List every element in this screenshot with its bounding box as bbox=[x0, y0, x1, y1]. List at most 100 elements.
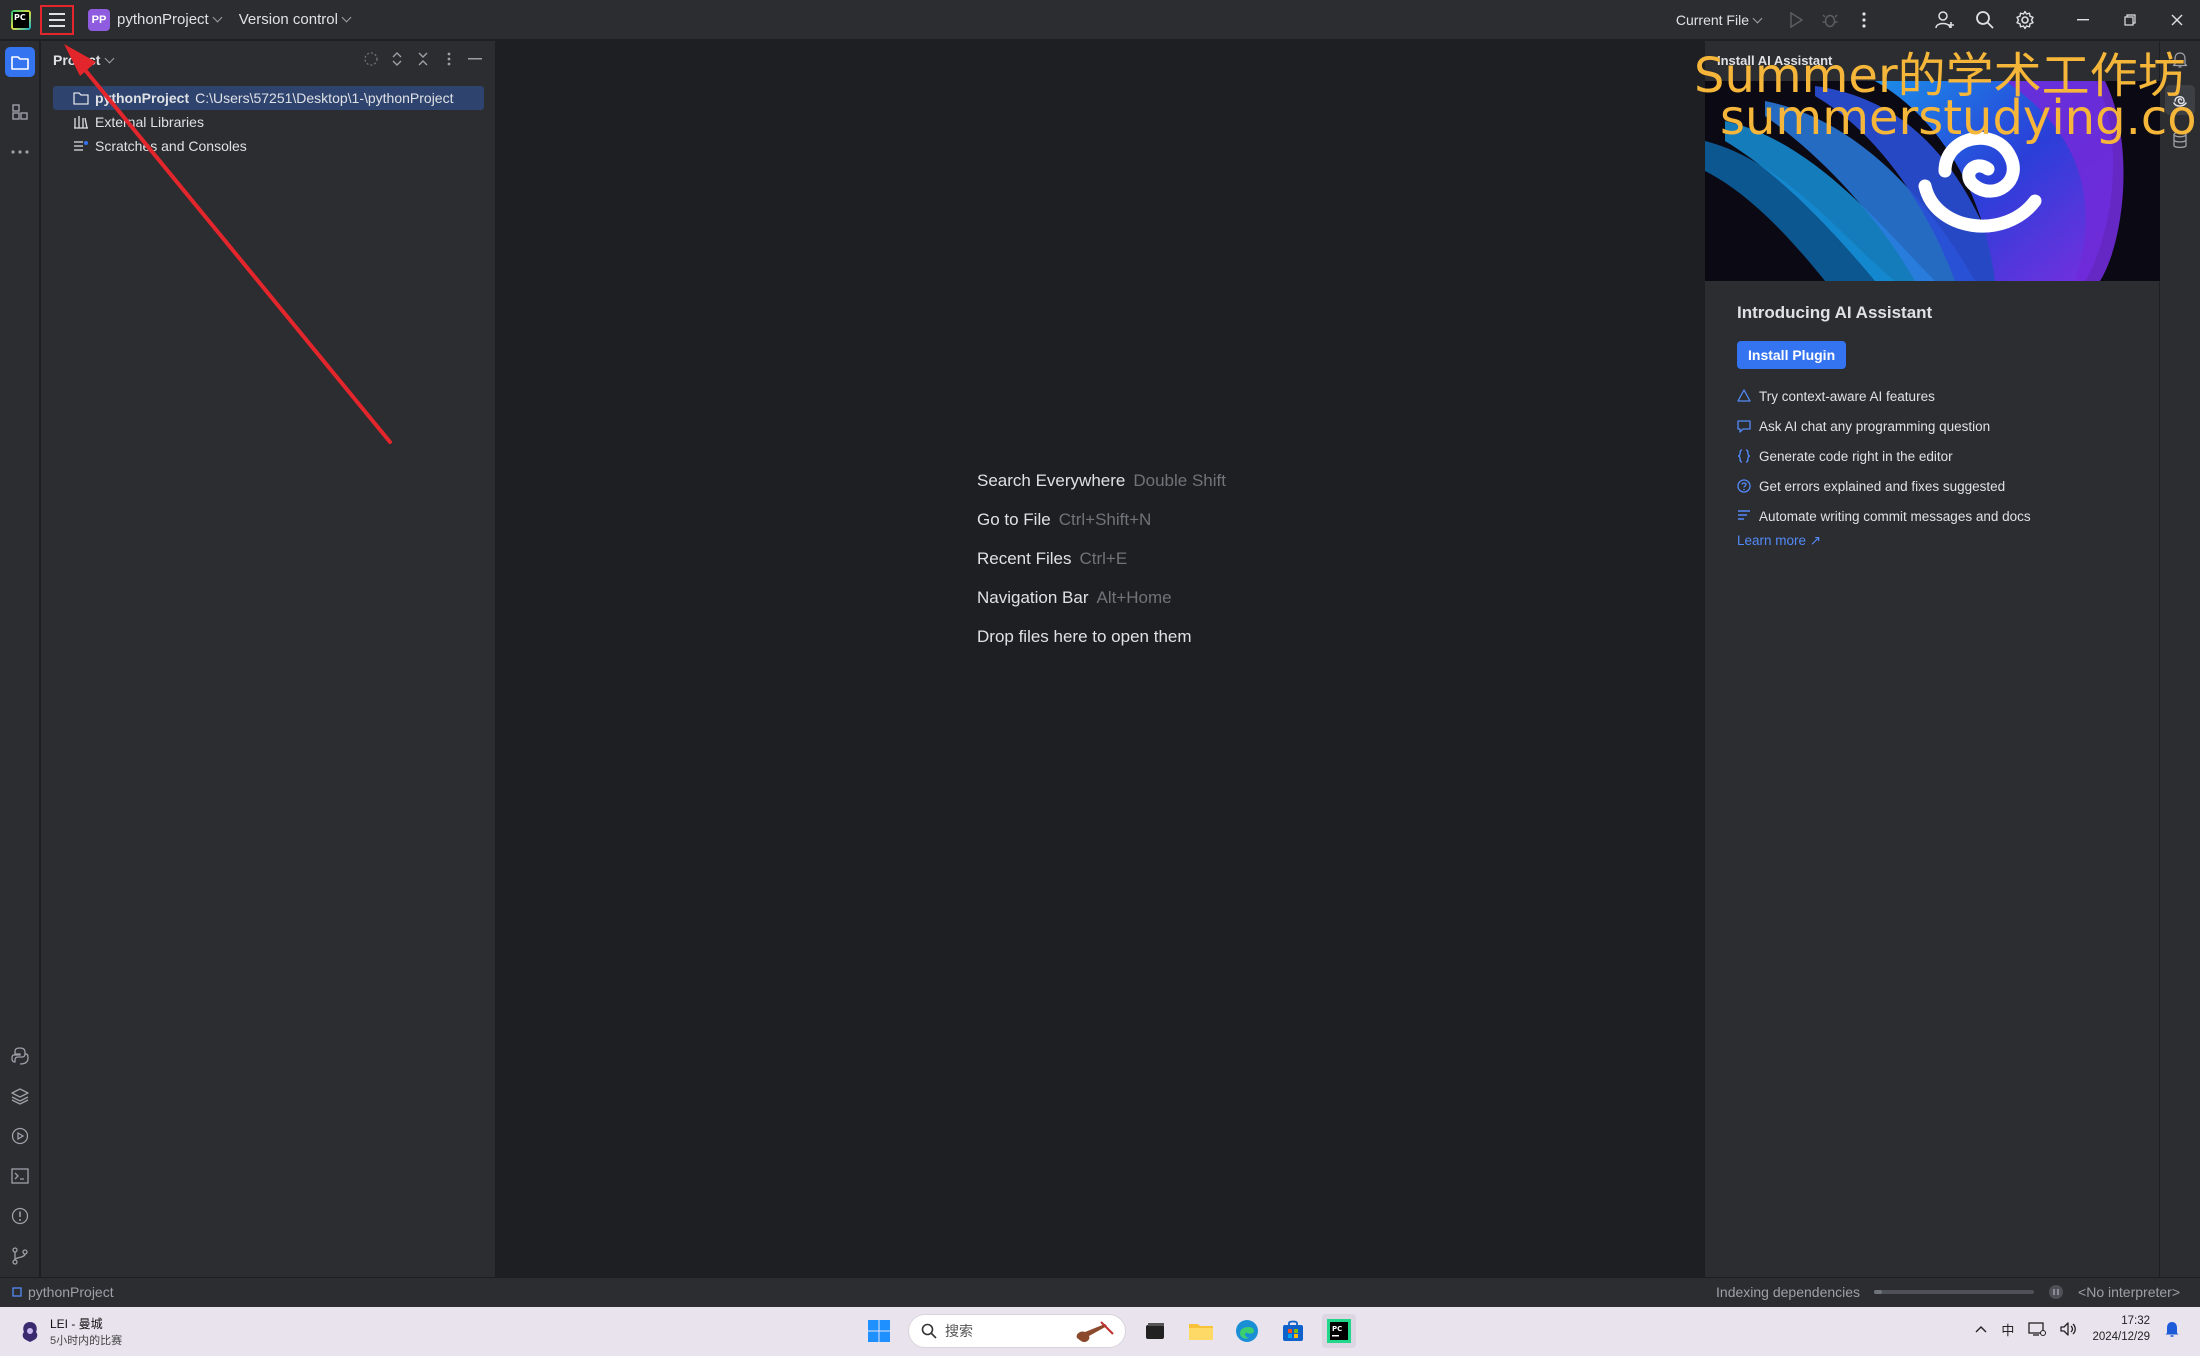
services-icon bbox=[11, 1127, 29, 1145]
git-tool-button[interactable] bbox=[5, 1241, 35, 1271]
layers-tool-button[interactable] bbox=[5, 1081, 35, 1111]
learn-more-link[interactable]: Learn more ↗ bbox=[1737, 533, 2137, 549]
settings-button[interactable] bbox=[2005, 0, 2045, 40]
chevron-down-icon bbox=[341, 12, 352, 23]
start-button[interactable] bbox=[862, 1314, 896, 1348]
braces-icon bbox=[1737, 449, 1751, 463]
hint-navigation-bar: Navigation Bar Alt+Home bbox=[977, 588, 1172, 607]
more-tool-windows-button[interactable] bbox=[5, 137, 35, 167]
microsoft-store-button[interactable] bbox=[1276, 1314, 1310, 1348]
minimize-icon bbox=[468, 58, 482, 60]
left-tool-strip bbox=[0, 41, 40, 1277]
folder-icon bbox=[73, 90, 89, 106]
tree-item-label: Scratches and Consoles bbox=[95, 138, 247, 154]
project-selector[interactable]: pythonProject bbox=[117, 11, 223, 28]
search-everywhere-button[interactable] bbox=[1965, 0, 2005, 40]
system-clock[interactable]: 17:32 2024/12/29 bbox=[2092, 1313, 2150, 1345]
ime-indicator[interactable]: 中 bbox=[2001, 1320, 2014, 1339]
edge-icon bbox=[1236, 1320, 1258, 1342]
pycharm-icon: PC bbox=[1327, 1319, 1351, 1343]
tree-item-scratches[interactable]: Scratches and Consoles bbox=[53, 134, 247, 158]
clock-time: 17:32 bbox=[2121, 1315, 2150, 1327]
hint-drop-files: Drop files here to open them bbox=[977, 627, 1192, 646]
close-window-button[interactable] bbox=[2153, 0, 2200, 40]
expand-all-button[interactable] bbox=[387, 49, 407, 69]
layers-icon bbox=[11, 1088, 29, 1105]
tree-item-external-libraries[interactable]: External Libraries bbox=[53, 110, 204, 134]
debug-button[interactable] bbox=[1813, 0, 1847, 40]
terminal-tool-button[interactable] bbox=[5, 1161, 35, 1191]
folder-icon bbox=[11, 56, 29, 70]
tree-item-label: pythonProject bbox=[95, 90, 190, 106]
pycharm-taskbar-button[interactable]: PC bbox=[1322, 1314, 1356, 1348]
project-options-button[interactable] bbox=[439, 49, 459, 69]
triangle-icon bbox=[1737, 389, 1751, 403]
file-explorer-icon bbox=[1189, 1324, 1213, 1340]
task-view-button[interactable] bbox=[1138, 1314, 1172, 1348]
main-menu-button[interactable] bbox=[40, 4, 74, 35]
network-icon[interactable] bbox=[2028, 1321, 2047, 1337]
hide-panel-button[interactable] bbox=[465, 49, 485, 69]
python-packages-tool-button[interactable] bbox=[5, 1041, 35, 1071]
hamburger-icon bbox=[49, 12, 65, 15]
project-badge[interactable]: PP bbox=[88, 8, 110, 31]
run-config-selector[interactable]: Current File bbox=[1676, 12, 1763, 28]
select-opened-file-button[interactable] bbox=[361, 49, 381, 69]
task-view-icon bbox=[1146, 1323, 1164, 1339]
project-name: pythonProject bbox=[117, 11, 209, 28]
version-control-label: Version control bbox=[238, 11, 338, 28]
status-project-breadcrumb[interactable]: pythonProject bbox=[12, 1284, 114, 1300]
install-plugin-button[interactable]: Install Plugin bbox=[1737, 341, 1847, 369]
indexing-status[interactable]: Indexing dependencies bbox=[1716, 1284, 1860, 1300]
chevron-down-icon bbox=[1752, 13, 1763, 23]
restore-button[interactable] bbox=[2106, 0, 2153, 40]
feature-item: Ask AI chat any programming question bbox=[1737, 411, 2137, 441]
more-vertical-icon bbox=[1862, 12, 1866, 28]
question-icon bbox=[1737, 479, 1751, 493]
news-subtitle: 5小时内的比赛 bbox=[50, 1335, 123, 1347]
tree-item-label: External Libraries bbox=[95, 114, 204, 130]
chevron-down-icon bbox=[212, 12, 223, 23]
run-button[interactable] bbox=[1779, 0, 1813, 40]
more-actions-button[interactable] bbox=[1847, 0, 1881, 40]
feature-item: Generate code right in the editor bbox=[1737, 441, 2137, 471]
file-explorer-button[interactable] bbox=[1184, 1314, 1218, 1348]
hint-go-to-file: Go to File Ctrl+Shift+N bbox=[977, 510, 1152, 529]
ai-panel-title: Introducing AI Assistant bbox=[1737, 303, 1933, 322]
code-with-me-button[interactable] bbox=[1925, 0, 1965, 40]
expand-icon bbox=[392, 52, 402, 66]
chevron-down-icon bbox=[105, 53, 115, 63]
pycharm-logo-icon: PC bbox=[11, 9, 31, 30]
volume-icon[interactable] bbox=[2060, 1321, 2078, 1337]
pause-icon[interactable] bbox=[2048, 1284, 2064, 1300]
project-tool-button[interactable] bbox=[5, 47, 35, 77]
restore-icon bbox=[2123, 14, 2136, 26]
problems-tool-button[interactable] bbox=[5, 1201, 35, 1231]
structure-icon bbox=[12, 104, 28, 120]
close-icon bbox=[2171, 14, 2182, 26]
gear-icon bbox=[2016, 10, 2034, 30]
news-title: LEI - 曼城 bbox=[50, 1317, 103, 1331]
football-club-icon bbox=[22, 1321, 38, 1342]
chevron-up-icon[interactable] bbox=[1975, 1325, 1987, 1333]
version-control-menu[interactable]: Version control bbox=[238, 11, 352, 28]
target-icon bbox=[364, 52, 378, 66]
taskbar-search[interactable]: 搜索 bbox=[908, 1314, 1126, 1348]
news-widget[interactable]: LEI - 曼城 5小时内的比赛 bbox=[18, 1315, 122, 1348]
tree-item-project-root[interactable]: pythonProject C:\Users\57251\Desktop\1-\… bbox=[53, 86, 484, 110]
services-tool-button[interactable] bbox=[5, 1121, 35, 1151]
more-vertical-icon bbox=[447, 52, 451, 66]
collapse-all-button[interactable] bbox=[413, 49, 433, 69]
edge-browser-button[interactable] bbox=[1230, 1314, 1264, 1348]
minimize-icon bbox=[2076, 19, 2089, 21]
folder-icon bbox=[12, 1287, 22, 1297]
ai-assistant-panel: Install AI Assistant Introducing AI Assi… bbox=[1704, 41, 2160, 1277]
hint-search-everywhere: Search Everywhere Double Shift bbox=[977, 471, 1226, 490]
interpreter-selector[interactable]: <No interpreter> bbox=[2078, 1284, 2180, 1300]
editor-empty-area[interactable]: Search Everywhere Double Shift Go to File… bbox=[497, 41, 1703, 1277]
notification-bell-icon[interactable] bbox=[2164, 1320, 2180, 1338]
svg-text:PC: PC bbox=[1332, 1325, 1342, 1333]
feature-item: Automate writing commit messages and doc… bbox=[1737, 501, 2137, 531]
structure-tool-button[interactable] bbox=[5, 97, 35, 127]
minimize-button[interactable] bbox=[2059, 0, 2106, 40]
